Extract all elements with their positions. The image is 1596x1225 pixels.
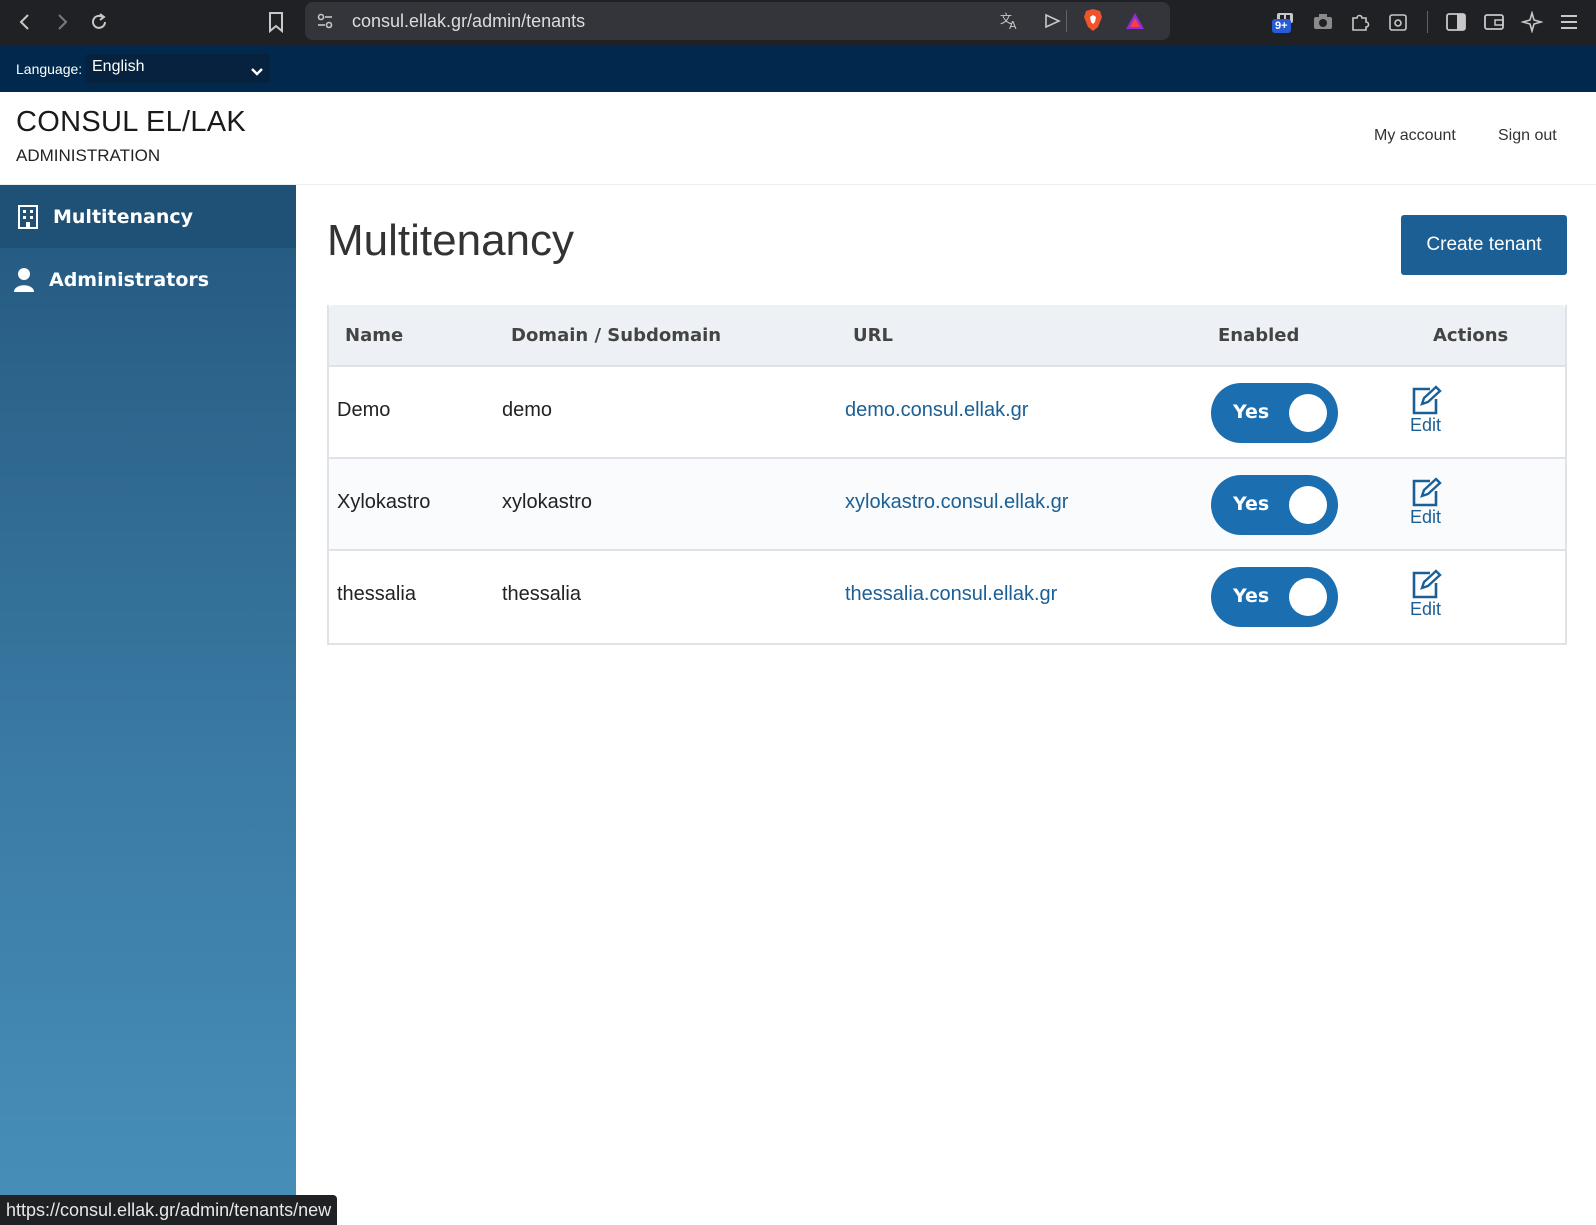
separator [1427, 11, 1428, 33]
edit-label: Edit [1410, 415, 1442, 435]
column-header-enabled: Enabled [1218, 325, 1300, 346]
column-header-url: URL [853, 325, 893, 346]
language-label: Language: [16, 61, 83, 77]
site-header: CONSUL EL/LAK ADMINISTRATION My account … [0, 92, 1596, 185]
reload-icon[interactable] [85, 8, 113, 36]
sidebar-item-multitenancy[interactable]: Multitenancy [0, 185, 296, 248]
svg-text:A: A [1009, 19, 1017, 31]
link-status-bar: https://consul.ellak.gr/admin/tenants/ne… [0, 1195, 338, 1225]
page-title: Multitenancy [327, 216, 575, 265]
tenant-name: thessalia [337, 583, 416, 605]
enabled-toggle[interactable]: Yes [1211, 383, 1338, 443]
bookmark-icon[interactable] [262, 8, 290, 36]
my-account-link[interactable]: My account [1374, 127, 1456, 145]
extensions-icon[interactable] [1346, 8, 1374, 36]
tenant-url-link[interactable]: demo.consul.ellak.gr [845, 399, 1028, 422]
screenshot-icon[interactable] [1384, 8, 1412, 36]
brave-shield-icon[interactable] [1079, 6, 1107, 34]
separator [1066, 10, 1067, 32]
admin-sidebar: Multitenancy Administrators [0, 185, 296, 1225]
brand-subtitle: ADMINISTRATION [16, 146, 161, 165]
status-url: https://consul.ellak.gr/admin/tenants/ne… [6, 1199, 332, 1220]
toggle-knob [1289, 578, 1327, 616]
column-header-domain: Domain / Subdomain [511, 325, 722, 346]
tenant-url-link[interactable]: xylokastro.consul.ellak.gr [845, 491, 1068, 514]
edit-button[interactable]: Edit [1410, 385, 1470, 441]
language-bar: Language: English [0, 45, 1596, 92]
site-settings-icon[interactable] [311, 7, 339, 35]
table-row: thessalia thessalia thessalia.consul.ell… [329, 551, 1565, 643]
user-icon [13, 267, 35, 293]
tenant-domain: demo [502, 399, 553, 421]
column-header-name: Name [345, 325, 404, 346]
menu-icon[interactable] [1555, 8, 1583, 36]
back-icon[interactable] [11, 8, 39, 36]
edit-icon [1410, 477, 1442, 511]
address-bar[interactable]: consul.ellak.gr/admin/tenants 文A [305, 2, 1170, 40]
tenant-url-link[interactable]: thessalia.consul.ellak.gr [845, 583, 1057, 606]
chevron-down-icon [250, 62, 264, 81]
toggle-label: Yes [1233, 493, 1270, 515]
forward-icon[interactable] [48, 8, 76, 36]
toggle-label: Yes [1233, 401, 1270, 423]
sidebar-item-label: Administrators [49, 268, 210, 291]
notification-badge: 9+ [1272, 19, 1291, 33]
brand-title[interactable]: CONSUL EL/LAK [16, 106, 246, 139]
toggle-knob [1289, 394, 1327, 432]
edit-icon [1410, 385, 1442, 419]
sidebar-item-label: Multitenancy [53, 205, 194, 228]
leo-ai-icon[interactable] [1518, 8, 1546, 36]
tenants-table: Name Domain / Subdomain URL Enabled Acti… [327, 305, 1567, 645]
camera-icon[interactable] [1309, 8, 1337, 36]
building-icon [17, 204, 39, 230]
sign-out-link[interactable]: Sign out [1498, 127, 1557, 145]
toggle-label: Yes [1233, 585, 1270, 607]
table-header: Name Domain / Subdomain URL Enabled Acti… [329, 305, 1565, 367]
enabled-toggle[interactable]: Yes [1211, 475, 1338, 535]
create-tenant-button[interactable]: Create tenant [1401, 215, 1567, 275]
table-row: Demo demo demo.consul.ellak.gr Yes Edit [329, 367, 1565, 459]
tenant-name: Xylokastro [337, 491, 431, 513]
toggle-knob [1289, 486, 1327, 524]
edit-button[interactable]: Edit [1410, 569, 1470, 625]
url-text[interactable]: consul.ellak.gr/admin/tenants [352, 11, 585, 32]
sidebar-item-administrators[interactable]: Administrators [0, 248, 296, 311]
send-icon[interactable] [1038, 7, 1066, 35]
tenant-name: Demo [337, 399, 391, 421]
edit-label: Edit [1410, 507, 1442, 527]
column-header-actions: Actions [1433, 325, 1509, 346]
sidebar-icon[interactable] [1442, 8, 1470, 36]
edit-label: Edit [1410, 599, 1442, 619]
tenant-domain: thessalia [502, 583, 581, 605]
translate-icon[interactable]: 文A [996, 7, 1024, 35]
enabled-toggle[interactable]: Yes [1211, 567, 1338, 627]
edit-button[interactable]: Edit [1410, 477, 1470, 533]
table-row: Xylokastro xylokastro xylokastro.consul.… [329, 459, 1565, 551]
browser-toolbar: consul.ellak.gr/admin/tenants 文A 9+ [0, 0, 1596, 45]
edit-icon [1410, 569, 1442, 603]
wallet-icon[interactable] [1480, 8, 1508, 36]
brave-rewards-icon[interactable] [1121, 7, 1149, 35]
tenant-domain: xylokastro [502, 491, 593, 513]
language-selected-value: English [92, 58, 145, 75]
language-select[interactable]: English [85, 54, 270, 83]
